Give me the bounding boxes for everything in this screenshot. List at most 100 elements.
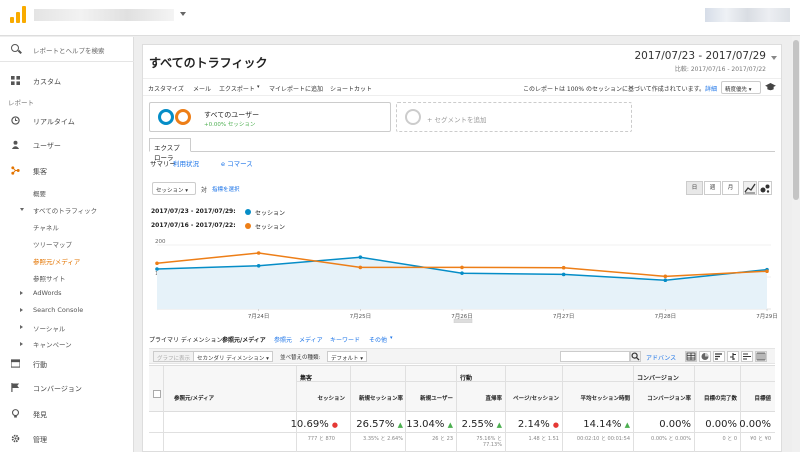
pivot-icon	[756, 352, 766, 361]
column-header-avg-session-duration[interactable]: 平均セッション時間	[580, 394, 630, 402]
dimension-other[interactable]: その他	[369, 335, 387, 344]
top-bar	[0, 0, 800, 36]
chevron-down-icon[interactable]	[180, 12, 186, 16]
subtab-ecommerce[interactable]: e コマース	[221, 158, 253, 168]
sidebar-search[interactable]: レポートとヘルプを検索	[0, 37, 134, 62]
precision-select[interactable]: 精度優先 ▾	[721, 81, 761, 94]
sidebar-item-overview[interactable]: 概要	[33, 188, 46, 198]
graduation-cap-icon[interactable]	[765, 83, 776, 92]
group-header-conversions: コンバージョン	[637, 375, 679, 382]
column-header-bounce-rate[interactable]: 直帰率	[485, 394, 502, 402]
metric-select[interactable]: セッション ▾	[152, 182, 196, 195]
line-chart-button[interactable]	[743, 181, 757, 195]
select-metric-link[interactable]: 指標を選択	[212, 185, 240, 193]
column-header-new-users[interactable]: 新規ユーザー	[420, 394, 453, 402]
expand-triangle-icon[interactable]	[20, 308, 23, 312]
motion-chart-button[interactable]	[758, 181, 772, 195]
column-header-conversion-rate[interactable]: コンバージョン率	[647, 394, 691, 402]
advanced-filter-link[interactable]: アドバンス	[646, 353, 676, 362]
expand-triangle-icon[interactable]	[20, 325, 23, 329]
granularity-day-button[interactable]: 日	[686, 181, 703, 195]
user-avatar[interactable]	[705, 8, 790, 22]
granularity-week-button[interactable]: 週	[704, 181, 721, 195]
sidebar-item-source-medium[interactable]: 参照元/メディア	[33, 256, 80, 266]
sidebar-item-realtime[interactable]: リアルタイム	[0, 111, 134, 131]
sidebar-item-discover[interactable]: 発見	[0, 404, 134, 424]
performance-view-button[interactable]	[713, 351, 725, 362]
sidebar-item-behavior[interactable]: 行動	[0, 354, 134, 374]
dimension-keyword[interactable]: キーワード	[330, 335, 360, 344]
column-header-goal-value[interactable]: 目標値	[754, 394, 771, 402]
scrollbar-thumb[interactable]	[793, 40, 799, 200]
sidebar-item-acquisition[interactable]: 集客	[0, 161, 134, 181]
legend-label-compare: セッション	[255, 224, 286, 231]
table-search-input[interactable]	[560, 351, 630, 362]
sidebar-item-all-traffic[interactable]: すべてのトラフィック	[33, 205, 97, 215]
expand-triangle-icon[interactable]	[20, 342, 23, 346]
comparison-view-button[interactable]	[727, 351, 739, 362]
table-search-button[interactable]	[630, 351, 641, 362]
column-header-sessions[interactable]: セッション	[317, 394, 345, 402]
sidebar-item-users[interactable]: ユーザー	[0, 135, 134, 155]
chevron-down-icon[interactable]: ▾	[390, 335, 393, 341]
sidebar-item-label: 発見	[33, 411, 47, 419]
customize-button[interactable]: カスタマイズ	[148, 84, 184, 93]
sidebar-item-social[interactable]: ソーシャル	[33, 323, 65, 333]
date-range-picker[interactable]: 2017/07/23 - 2017/07/29	[634, 50, 766, 62]
details-link[interactable]: 詳細	[705, 84, 717, 93]
shortcut-button[interactable]: ショートカット	[330, 84, 372, 93]
sidebar-item-channels[interactable]: チャネル	[33, 222, 59, 232]
pie-view-button[interactable]	[699, 351, 711, 362]
add-segment-button[interactable]: + セグメントを追加	[396, 102, 632, 132]
segment-ring-icon	[175, 109, 191, 125]
compare-date-range[interactable]: 比較: 2017/07/16 - 2017/07/22	[675, 64, 766, 73]
sort-type-select[interactable]: デフォルト ▾	[327, 351, 368, 362]
account-selector[interactable]	[34, 9, 174, 21]
sidebar-item-admin[interactable]: 管理	[0, 429, 134, 449]
subtab-usage[interactable]: 利用状況	[173, 158, 199, 168]
metric-select-value: セッション	[156, 188, 184, 194]
segment-all-users[interactable]: すべてのユーザー +0.00% セッション	[149, 102, 391, 132]
primary-dimension-label: プライマリ ディメンション:	[149, 337, 225, 344]
sidebar-item-adwords[interactable]: AdWords	[33, 289, 62, 297]
dimension-medium[interactable]: メディア	[299, 335, 323, 344]
analytics-logo-icon[interactable]	[10, 5, 26, 23]
column-header-goal-completions[interactable]: 目標の完了数	[704, 394, 737, 402]
granularity-month-button[interactable]: 月	[722, 181, 739, 195]
sidebar-item-referrals[interactable]: 参照サイト	[33, 273, 66, 283]
column-divider	[405, 366, 406, 452]
email-button[interactable]: メール	[193, 84, 211, 93]
tab-divider	[149, 151, 775, 152]
table-view-button[interactable]	[685, 351, 697, 362]
sidebar-item-treemap[interactable]: ツリーマップ	[33, 239, 72, 249]
sidebar-item-campaigns[interactable]: キャンペーン	[33, 339, 72, 349]
column-header-new-session-rate[interactable]: 新規セッション率	[359, 394, 403, 402]
dimension-source[interactable]: 参照元	[274, 335, 292, 344]
total-new-users: 13.04% ▲	[406, 419, 453, 430]
precision-select-value: 精度優先	[725, 87, 748, 93]
dimension-source-medium[interactable]: 参照元/メディア	[222, 335, 266, 344]
pivot-view-button[interactable]	[755, 351, 767, 362]
sidebar-item-conversions[interactable]: コンバージョン	[0, 378, 134, 398]
tab-explorer[interactable]: エクスプローラ	[149, 138, 191, 162]
chart-resize-handle	[453, 318, 473, 323]
export-button[interactable]: エクスポート	[219, 84, 255, 93]
sessions-line-chart[interactable]: 1002007月24日7月25日7月26日7月27日7月28日7月29日	[149, 233, 777, 323]
expand-triangle-icon[interactable]	[20, 208, 24, 211]
export-caret-icon[interactable]: ▾	[257, 84, 260, 90]
grid-view-icon	[686, 352, 696, 361]
sidebar-search-input[interactable]: レポートとヘルプを検索	[33, 45, 105, 55]
page-scrollbar[interactable]	[792, 36, 800, 452]
sidebar-item-custom[interactable]: カスタム	[0, 71, 134, 91]
secondary-dimension-select[interactable]: セカンダリ ディメンション ▾	[193, 351, 273, 362]
select-all-checkbox[interactable]	[153, 390, 161, 398]
sidebar-item-search-console[interactable]: Search Console	[33, 306, 83, 314]
column-header-pages-per-session[interactable]: ページ/セッション	[513, 394, 559, 402]
plot-rows-button[interactable]: グラフに表示	[153, 351, 195, 362]
add-to-dashboard-button[interactable]: マイレポートに追加	[269, 84, 323, 93]
chevron-down-icon[interactable]	[771, 56, 777, 60]
expand-triangle-icon[interactable]	[20, 291, 23, 295]
comparison-icon	[730, 353, 736, 360]
column-header-source-medium[interactable]: 参照元/メディア	[174, 394, 214, 402]
term-cloud-view-button[interactable]	[741, 351, 753, 362]
